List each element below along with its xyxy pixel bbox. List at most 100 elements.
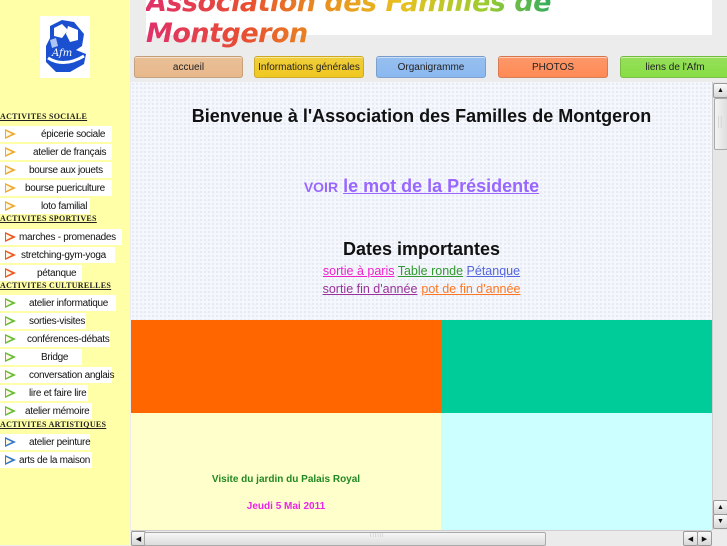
grip-icon: ∷∷∷	[370, 533, 385, 539]
sidebar-item[interactable]: épicerie sociale	[0, 126, 112, 142]
nav-informations-generales[interactable]: Informations générales	[254, 56, 364, 78]
sidebar-item[interactable]: sorties-visites	[0, 313, 86, 329]
triangle-arrow-icon	[5, 388, 16, 398]
sidebar-section-title: ACTIVITES SOCIALE	[0, 112, 88, 121]
sidebar-item[interactable]: arts de la maison	[0, 452, 92, 468]
date-link-pot-fin-annee[interactable]: pot de fin d'année	[421, 282, 520, 296]
nav-label: liens de l'Afm	[645, 61, 705, 73]
sidebar-item[interactable]: marches - promenades	[0, 229, 122, 245]
voir-prefix: VOIR	[303, 179, 339, 195]
sidebar-item[interactable]: conférences-débats	[0, 331, 110, 347]
top-navigation: accueil Informations générales Organigra…	[0, 56, 727, 78]
triangle-arrow-icon	[5, 232, 16, 242]
triangle-arrow-icon	[5, 437, 16, 447]
scroll-up-button-bottom[interactable]: ▲	[713, 500, 727, 515]
sidebar-item-label: conférences-débats	[27, 333, 110, 345]
sidebar-item[interactable]: atelier informatique	[0, 295, 116, 311]
sidebar-item-label: lire et faire lire	[29, 387, 87, 399]
triangle-arrow-icon	[5, 455, 16, 465]
triangle-arrow-icon	[5, 370, 16, 380]
nav-label: accueil	[172, 61, 205, 73]
president-word-link[interactable]: le mot de la Présidente	[343, 176, 539, 196]
event-panel: Visite du jardin du Palais Royal Jeudi 5…	[131, 413, 441, 530]
sidebar-item-label: atelier peinture	[29, 436, 91, 448]
main-content: Bienvenue à l'Association des Familles d…	[131, 82, 712, 530]
nav-label: PHOTOS	[531, 61, 575, 73]
sidebar-item-label: marches - promenades	[19, 231, 116, 243]
sidebar-item[interactable]: Bridge	[0, 349, 82, 365]
sidebar-item[interactable]: bourse puericulture	[0, 180, 112, 196]
orange-panel	[131, 320, 441, 413]
banner-title: Association des Familles de Montgeron	[146, 0, 712, 49]
triangle-arrow-icon	[5, 298, 16, 308]
sidebar-item-label: arts de la maison	[19, 454, 91, 466]
grip-icon: ∷∷∷	[718, 116, 723, 130]
sidebar-item-label: bourse aux jouets	[29, 164, 103, 176]
arrow-left-icon: ◀	[135, 535, 142, 543]
nav-label: Informations générales	[258, 61, 360, 73]
triangle-arrow-icon	[5, 165, 16, 175]
horizontal-scrollbar[interactable]: ◀ ∷∷∷ ◀ ▶	[131, 530, 712, 546]
sidebar-item-label: bourse puericulture	[25, 182, 105, 194]
vertical-scroll-thumb[interactable]: ∷ ∷ ∷	[714, 98, 727, 150]
event-title: Visite du jardin du Palais Royal	[211, 474, 361, 485]
vertical-scrollbar[interactable]: ▲ ∷ ∷ ∷ ▲ ▼	[712, 82, 727, 530]
dates-links-row-1: sortie à paris Table ronde Pétanque	[131, 264, 712, 278]
triangle-arrow-icon	[5, 406, 16, 416]
date-link-sortie-fin-annee[interactable]: sortie fin d'année	[323, 282, 418, 296]
sidebar-item[interactable]: atelier de français	[0, 144, 112, 160]
arrow-left-icon: ◀	[687, 535, 694, 543]
scroll-right-button[interactable]: ▶	[697, 531, 712, 546]
dates-links-row-2: sortie fin d'année pot de fin d'année	[131, 282, 712, 296]
arrow-right-icon: ▶	[701, 535, 708, 543]
sidebar-item-label: atelier de français	[33, 146, 107, 158]
arrow-up-icon: ▲	[717, 87, 724, 94]
sidebar-item-label: stretching-gym-yoga	[21, 249, 106, 261]
sidebar-item[interactable]: lire et faire lire	[0, 385, 88, 401]
dates-heading: Dates importantes	[342, 239, 501, 259]
scroll-left-button-right[interactable]: ◀	[683, 531, 698, 546]
triangle-arrow-icon	[5, 316, 16, 326]
arrow-up-icon: ▲	[717, 504, 724, 511]
sidebar: Afm ACTIVITES SOCIALE épicerie sociale ate…	[0, 0, 130, 545]
triangle-arrow-icon	[5, 334, 16, 344]
sidebar-item-label: conversation anglais	[29, 369, 115, 381]
nav-photos[interactable]: PHOTOS	[498, 56, 608, 78]
sidebar-item[interactable]: loto familial	[0, 198, 90, 214]
triangle-arrow-icon	[5, 201, 16, 211]
sidebar-item[interactable]: conversation anglais	[0, 367, 115, 383]
horizontal-scroll-thumb[interactable]: ∷∷∷	[144, 532, 546, 546]
date-link-petanque[interactable]: Pétanque	[467, 264, 521, 278]
nav-liens[interactable]: liens de l'Afm	[620, 56, 727, 78]
scroll-up-button[interactable]: ▲	[713, 83, 727, 98]
nav-accueil[interactable]: accueil	[134, 56, 243, 78]
sidebar-item[interactable]: atelier peinture	[0, 434, 91, 450]
triangle-arrow-icon	[5, 129, 16, 139]
sidebar-item-label: atelier informatique	[29, 297, 109, 309]
sidebar-item[interactable]: bourse aux jouets	[0, 162, 112, 178]
sidebar-item-label: épicerie sociale	[41, 128, 106, 140]
sidebar-item-label: loto familial	[41, 200, 88, 212]
sidebar-item-label: Bridge	[41, 351, 69, 363]
triangle-arrow-icon	[5, 147, 16, 157]
sidebar-item-label: pétanque	[37, 267, 77, 279]
date-link-sortie-paris[interactable]: sortie à paris	[323, 264, 395, 278]
nav-organigramme[interactable]: Organigramme	[376, 56, 486, 78]
green-panel	[441, 320, 712, 413]
sidebar-section-title: ACTIVITES CULTURELLES	[0, 281, 112, 290]
scroll-down-button[interactable]: ▼	[713, 514, 727, 529]
sidebar-section-title: ACTIVITES ARTISTIQUES	[0, 420, 107, 429]
sidebar-section-title: ACTIVITES SPORTIVES	[0, 214, 97, 223]
sidebar-item[interactable]: stretching-gym-yoga	[0, 247, 115, 263]
sidebar-item[interactable]: atelier mémoire	[0, 403, 92, 419]
triangle-arrow-icon	[5, 183, 16, 193]
sidebar-item[interactable]: pétanque	[0, 265, 82, 281]
triangle-arrow-icon	[5, 268, 16, 278]
triangle-arrow-icon	[5, 352, 16, 362]
voir-line: VOIR le mot de la Présidente	[131, 176, 712, 197]
welcome-heading: Bienvenue à l'Association des Familles d…	[191, 106, 652, 126]
triangle-arrow-icon	[5, 250, 16, 260]
date-link-table-ronde[interactable]: Table ronde	[398, 264, 463, 278]
site-banner: Association des Familles de Montgeron	[146, 0, 712, 49]
event-date: Jeudi 5 Mai 2011	[246, 501, 326, 512]
